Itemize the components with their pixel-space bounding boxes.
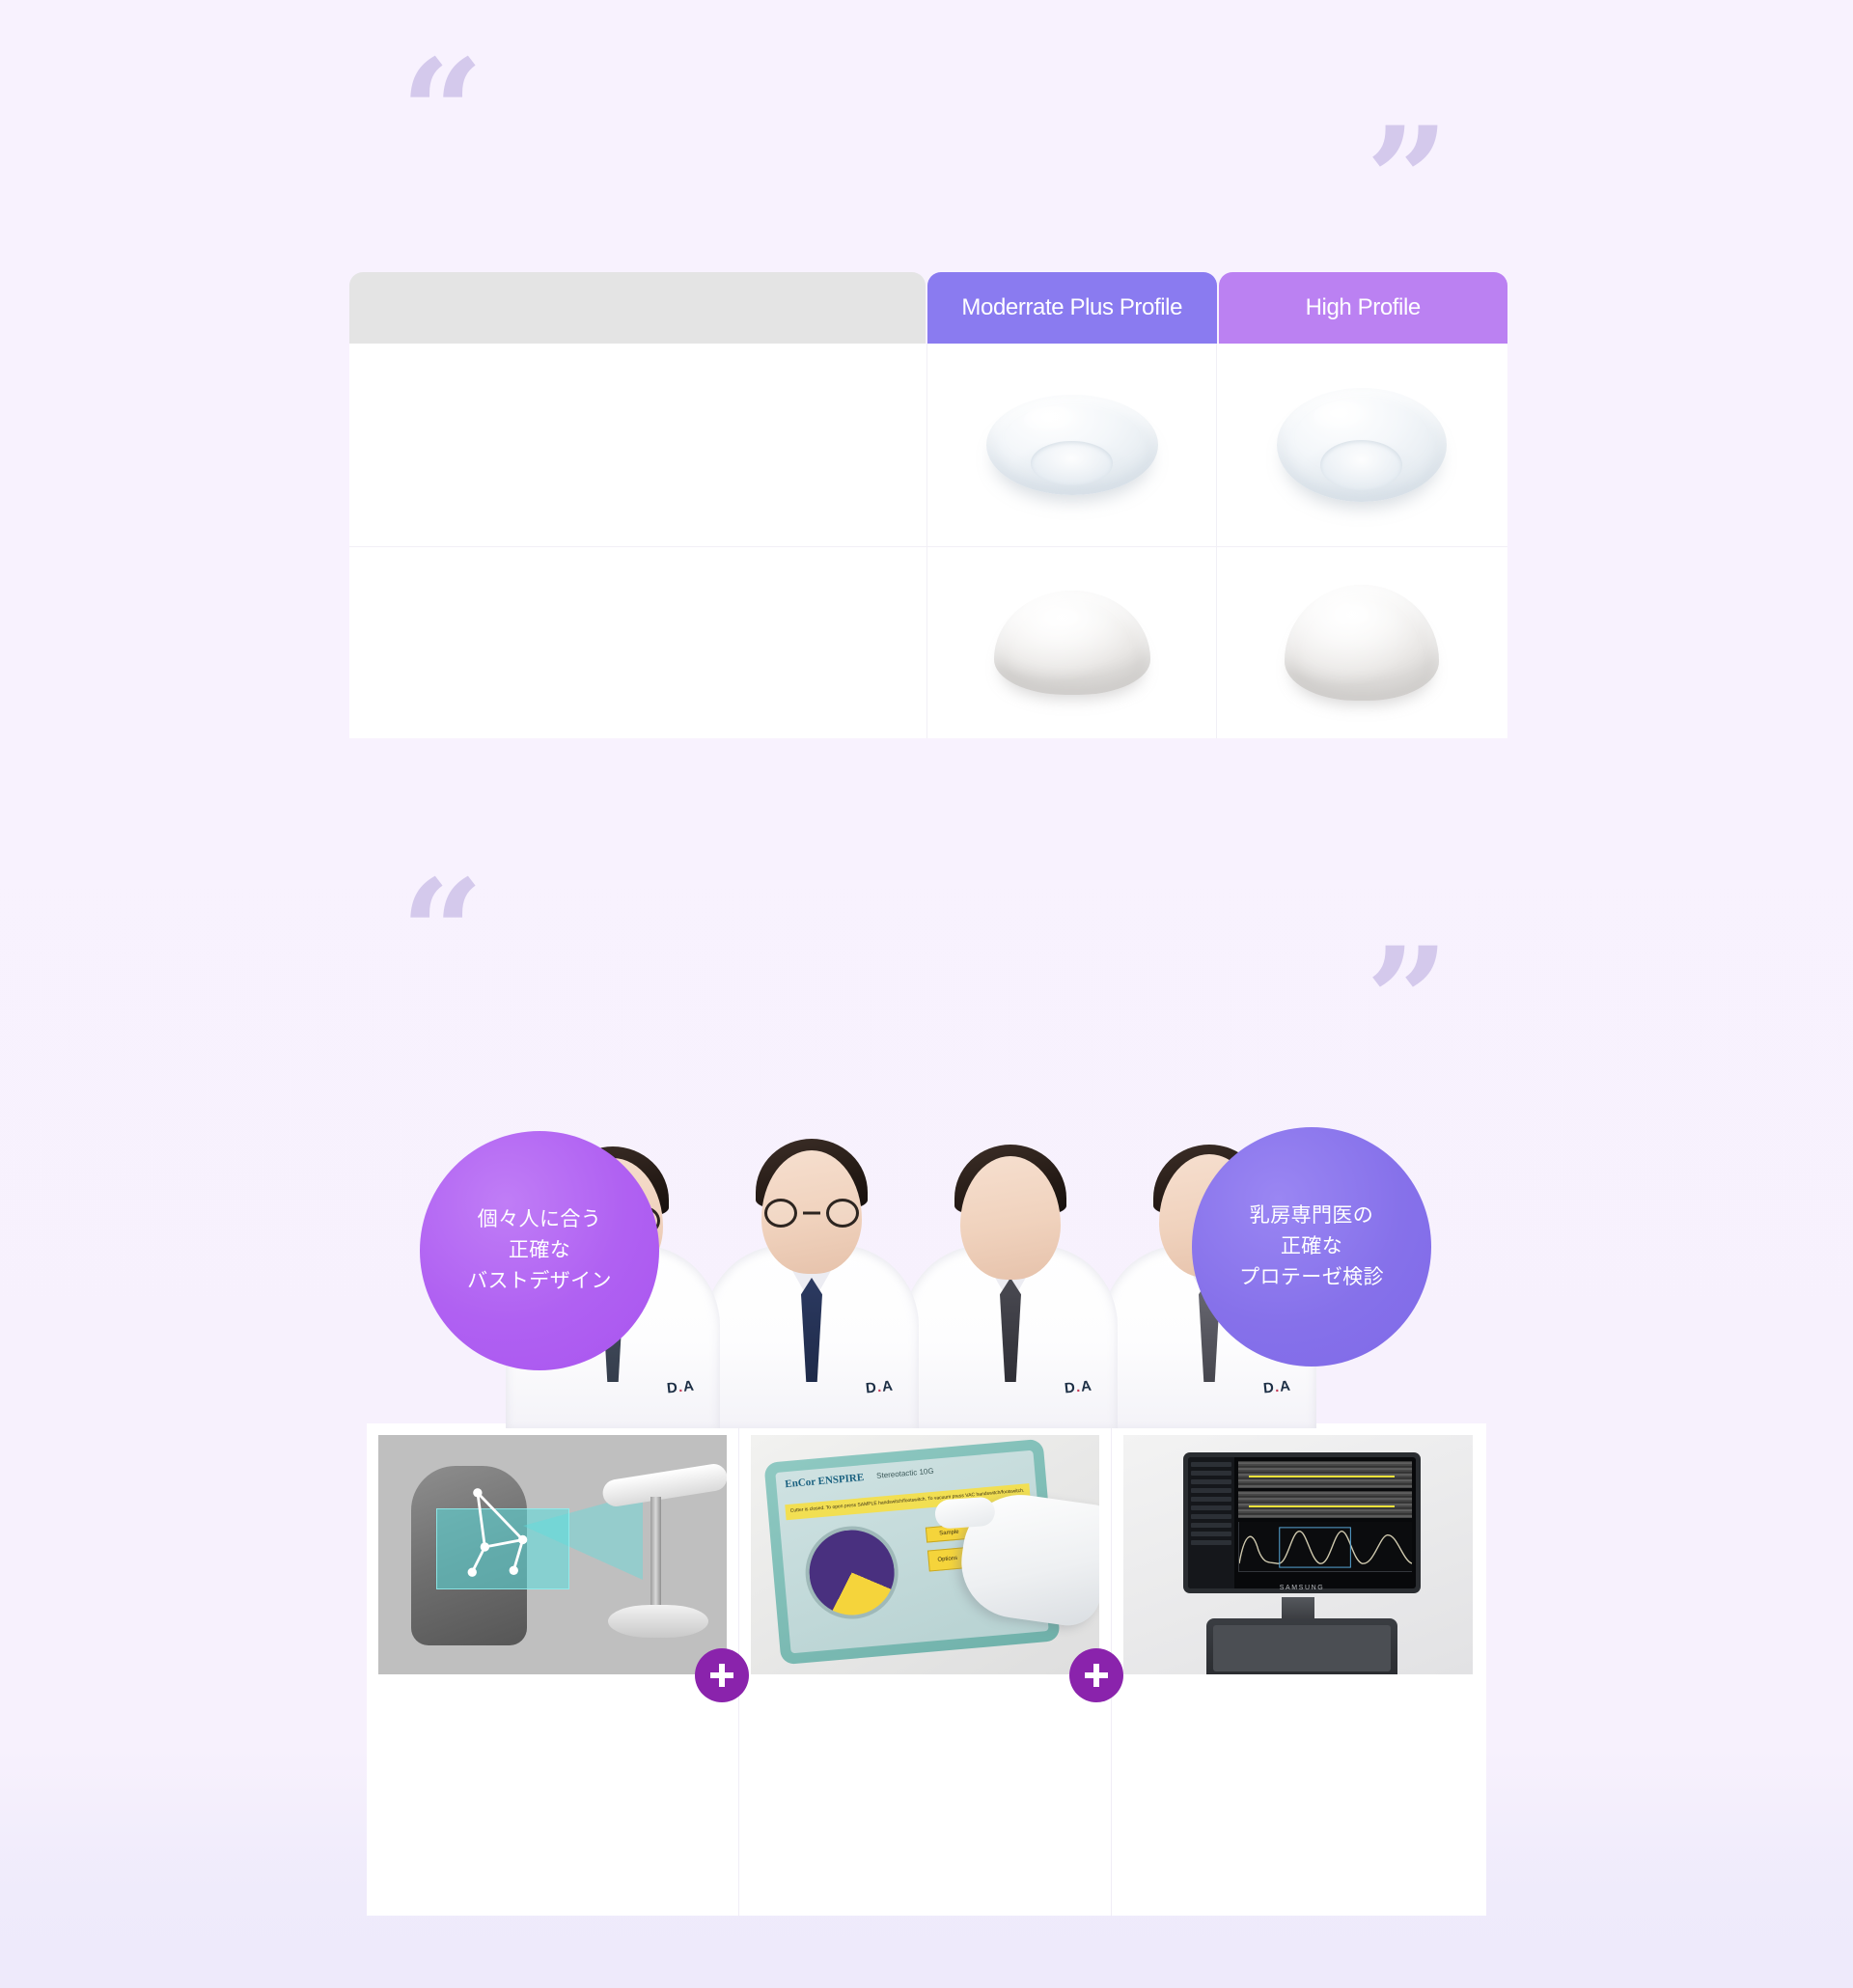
table-body xyxy=(349,344,1507,738)
ultrasound-main-view xyxy=(1234,1457,1416,1588)
bubble-prosthesis-exam: 乳房専門医の 正確な プロテーゼ検診 xyxy=(1192,1127,1431,1367)
samsung-logo: SAMSUNG xyxy=(1279,1585,1325,1591)
table-header-moderate-plus-profile: Moderrate Plus Profile xyxy=(927,272,1217,344)
bubble-left-line-3: バストデザイン xyxy=(467,1269,612,1292)
cell-textured-high xyxy=(1216,547,1506,738)
plus-icon-expand-scanner[interactable] xyxy=(695,1648,749,1702)
table-header-high-profile: High Profile xyxy=(1218,272,1507,344)
bubble-right-line-3: プロテーゼ検診 xyxy=(1239,1265,1384,1288)
table-row-label-smooth xyxy=(349,344,926,546)
bubble-right-line-2: 正確な xyxy=(1280,1235,1343,1258)
encor-enspire-biopsy-console-photo: EnCor ENSPIRE Stereotactic 10G Cutter is… xyxy=(751,1435,1099,1674)
quote-open-icon: “ xyxy=(401,848,484,1018)
table-header-blank xyxy=(349,272,926,344)
panel-caption xyxy=(739,1674,1111,1916)
doppler-waveform xyxy=(1238,1522,1413,1572)
rotation-dial xyxy=(801,1522,902,1623)
panel-3d-scanner[interactable] xyxy=(367,1423,739,1916)
panel-ultrasound[interactable]: SAMSUNG xyxy=(1112,1423,1484,1916)
textured-implant-icon xyxy=(1284,585,1439,701)
table-row xyxy=(349,547,1507,738)
bubble-bust-design: 個々人に合う 正確な バストデザイン xyxy=(420,1131,659,1370)
equipment-panel-grid: EnCor ENSPIRE Stereotactic 10G Cutter is… xyxy=(367,1423,1486,1916)
samsung-ultrasound-machine-photo: SAMSUNG xyxy=(1123,1435,1473,1674)
ultrasound-screen xyxy=(1188,1457,1416,1588)
doctor-tie xyxy=(1000,1278,1021,1382)
bubble-right-line-1: 乳房専門医の xyxy=(1249,1204,1374,1228)
doctor-portrait: D.A xyxy=(899,1118,1121,1428)
monitor-stand xyxy=(1282,1597,1314,1620)
encor-enspire-logo: EnCor ENSPIRE xyxy=(784,1472,865,1491)
panel-caption xyxy=(367,1674,738,1916)
coat-logo: D.A xyxy=(1262,1377,1292,1397)
ultrasound-bmode-image xyxy=(1238,1461,1412,1488)
table-row xyxy=(349,344,1507,547)
smooth-implant-icon xyxy=(1276,388,1447,502)
cell-textured-moderate-plus xyxy=(926,547,1216,738)
quote-close-icon: ” xyxy=(1366,916,1450,1086)
bubble-left-line-2: 正確な xyxy=(508,1239,571,1262)
panel-biopsy-console[interactable]: EnCor ENSPIRE Stereotactic 10G Cutter is… xyxy=(739,1423,1112,1916)
quote-close-icon: ” xyxy=(1366,96,1450,265)
page-root: “ ” Moderrate Plus Profile High Profile xyxy=(0,0,1853,1988)
cell-smooth-high xyxy=(1216,344,1506,546)
bubble-left-line-1: 個々人に合う xyxy=(477,1208,602,1231)
coat-logo: D.A xyxy=(1064,1377,1093,1397)
table-row-label-textured xyxy=(349,547,926,738)
panel-caption xyxy=(1112,1674,1484,1916)
cell-smooth-moderate-plus xyxy=(926,344,1216,546)
textured-implant-icon xyxy=(993,591,1150,695)
console-touchscreen xyxy=(1213,1625,1391,1671)
doctors-section: 個々人に合う 正確な バストデザイン D.A D.A D.A D.A 乳房専門医… xyxy=(367,1100,1486,1428)
measurement-lines-icon xyxy=(467,1488,528,1577)
ultrasound-bmode-image xyxy=(1238,1491,1412,1518)
pointing-finger xyxy=(933,1496,996,1530)
coat-logo: D.A xyxy=(666,1377,696,1397)
3d-body-scanner-photo xyxy=(378,1435,727,1674)
plus-icon-expand-biopsy[interactable] xyxy=(1069,1648,1123,1702)
coat-logo: D.A xyxy=(865,1377,895,1397)
glasses-icon xyxy=(764,1199,859,1228)
doctor-portrait: D.A xyxy=(701,1118,923,1428)
ultrasound-monitor: SAMSUNG xyxy=(1183,1452,1421,1593)
stereotactic-label: Stereotactic 10G xyxy=(875,1466,934,1480)
implant-profile-comparison-table: Moderrate Plus Profile High Profile xyxy=(349,272,1507,738)
ultrasound-side-panel xyxy=(1188,1457,1234,1588)
smooth-implant-icon xyxy=(985,395,1158,495)
ultrasound-control-console xyxy=(1206,1618,1397,1674)
quote-open-icon: “ xyxy=(401,28,484,198)
doctor-tie xyxy=(801,1278,822,1382)
table-header-row: Moderrate Plus Profile High Profile xyxy=(349,272,1507,344)
